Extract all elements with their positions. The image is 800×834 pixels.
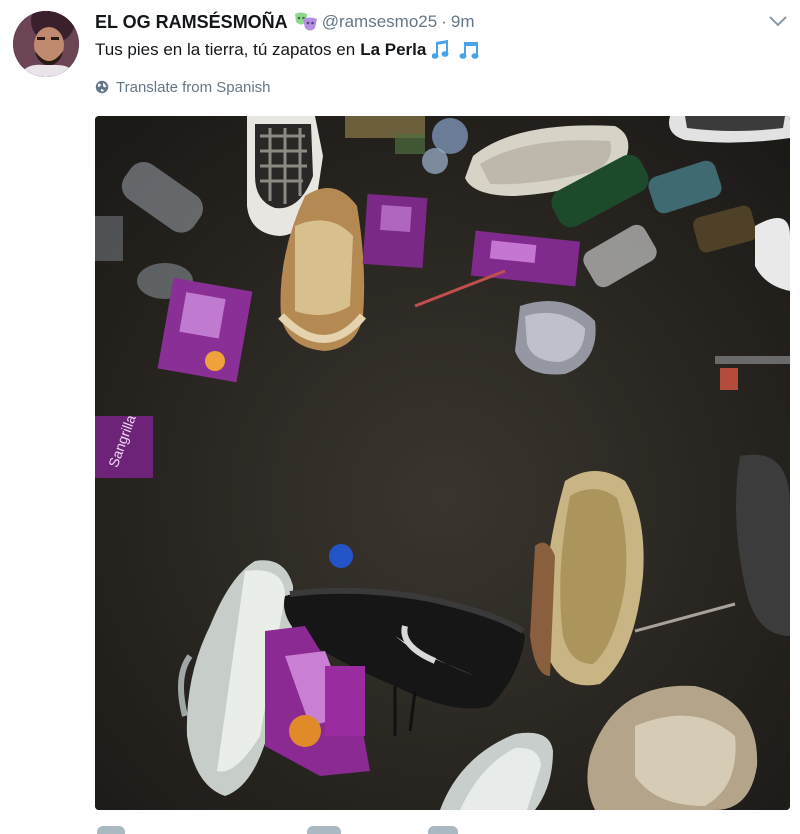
sangria-packet: Sangrilla xyxy=(95,413,153,478)
bottle-cap xyxy=(329,544,353,568)
place-mention: La Perla xyxy=(360,40,427,59)
translate-link[interactable]: Translate from Spanish xyxy=(95,77,271,97)
debris-stick xyxy=(715,356,790,364)
musical-notes-icon xyxy=(431,39,484,61)
reply-icon[interactable] xyxy=(97,826,125,834)
like-icon[interactable] xyxy=(428,826,458,834)
performing-arts-icon xyxy=(294,11,318,33)
tweet-text: Tus pies en la tierra, tú zapatos en La … xyxy=(95,37,484,63)
tweet-text-body: Tus pies en la tierra, tú zapatos en xyxy=(95,40,356,59)
tweet-header: EL OG RAMSÉSMOÑA @ramsesmo25 · 9m xyxy=(95,10,475,34)
translate-label: Translate from Spanish xyxy=(116,78,271,96)
tweet-photo[interactable]: Sangrilla xyxy=(95,116,790,810)
separator-dot: · xyxy=(441,12,447,31)
tweet[interactable]: EL OG RAMSÉSMOÑA @ramsesmo25 · 9m Tus pi… xyxy=(0,0,800,834)
globe-icon xyxy=(95,80,109,94)
sangria-packet xyxy=(362,193,428,269)
retweet-icon[interactable] xyxy=(307,826,341,834)
sangria-packet xyxy=(157,277,253,383)
dark-shoe-top-right xyxy=(669,116,790,143)
tweet-actions xyxy=(95,826,495,834)
timestamp[interactable]: 9m xyxy=(451,12,475,32)
display-name[interactable]: EL OG RAMSÉSMOÑA xyxy=(95,12,288,33)
avatar[interactable] xyxy=(13,11,79,77)
debris-red xyxy=(720,368,738,390)
chevron-down-icon[interactable] xyxy=(768,14,788,28)
handle[interactable]: @ramsesmo25 xyxy=(322,12,438,32)
